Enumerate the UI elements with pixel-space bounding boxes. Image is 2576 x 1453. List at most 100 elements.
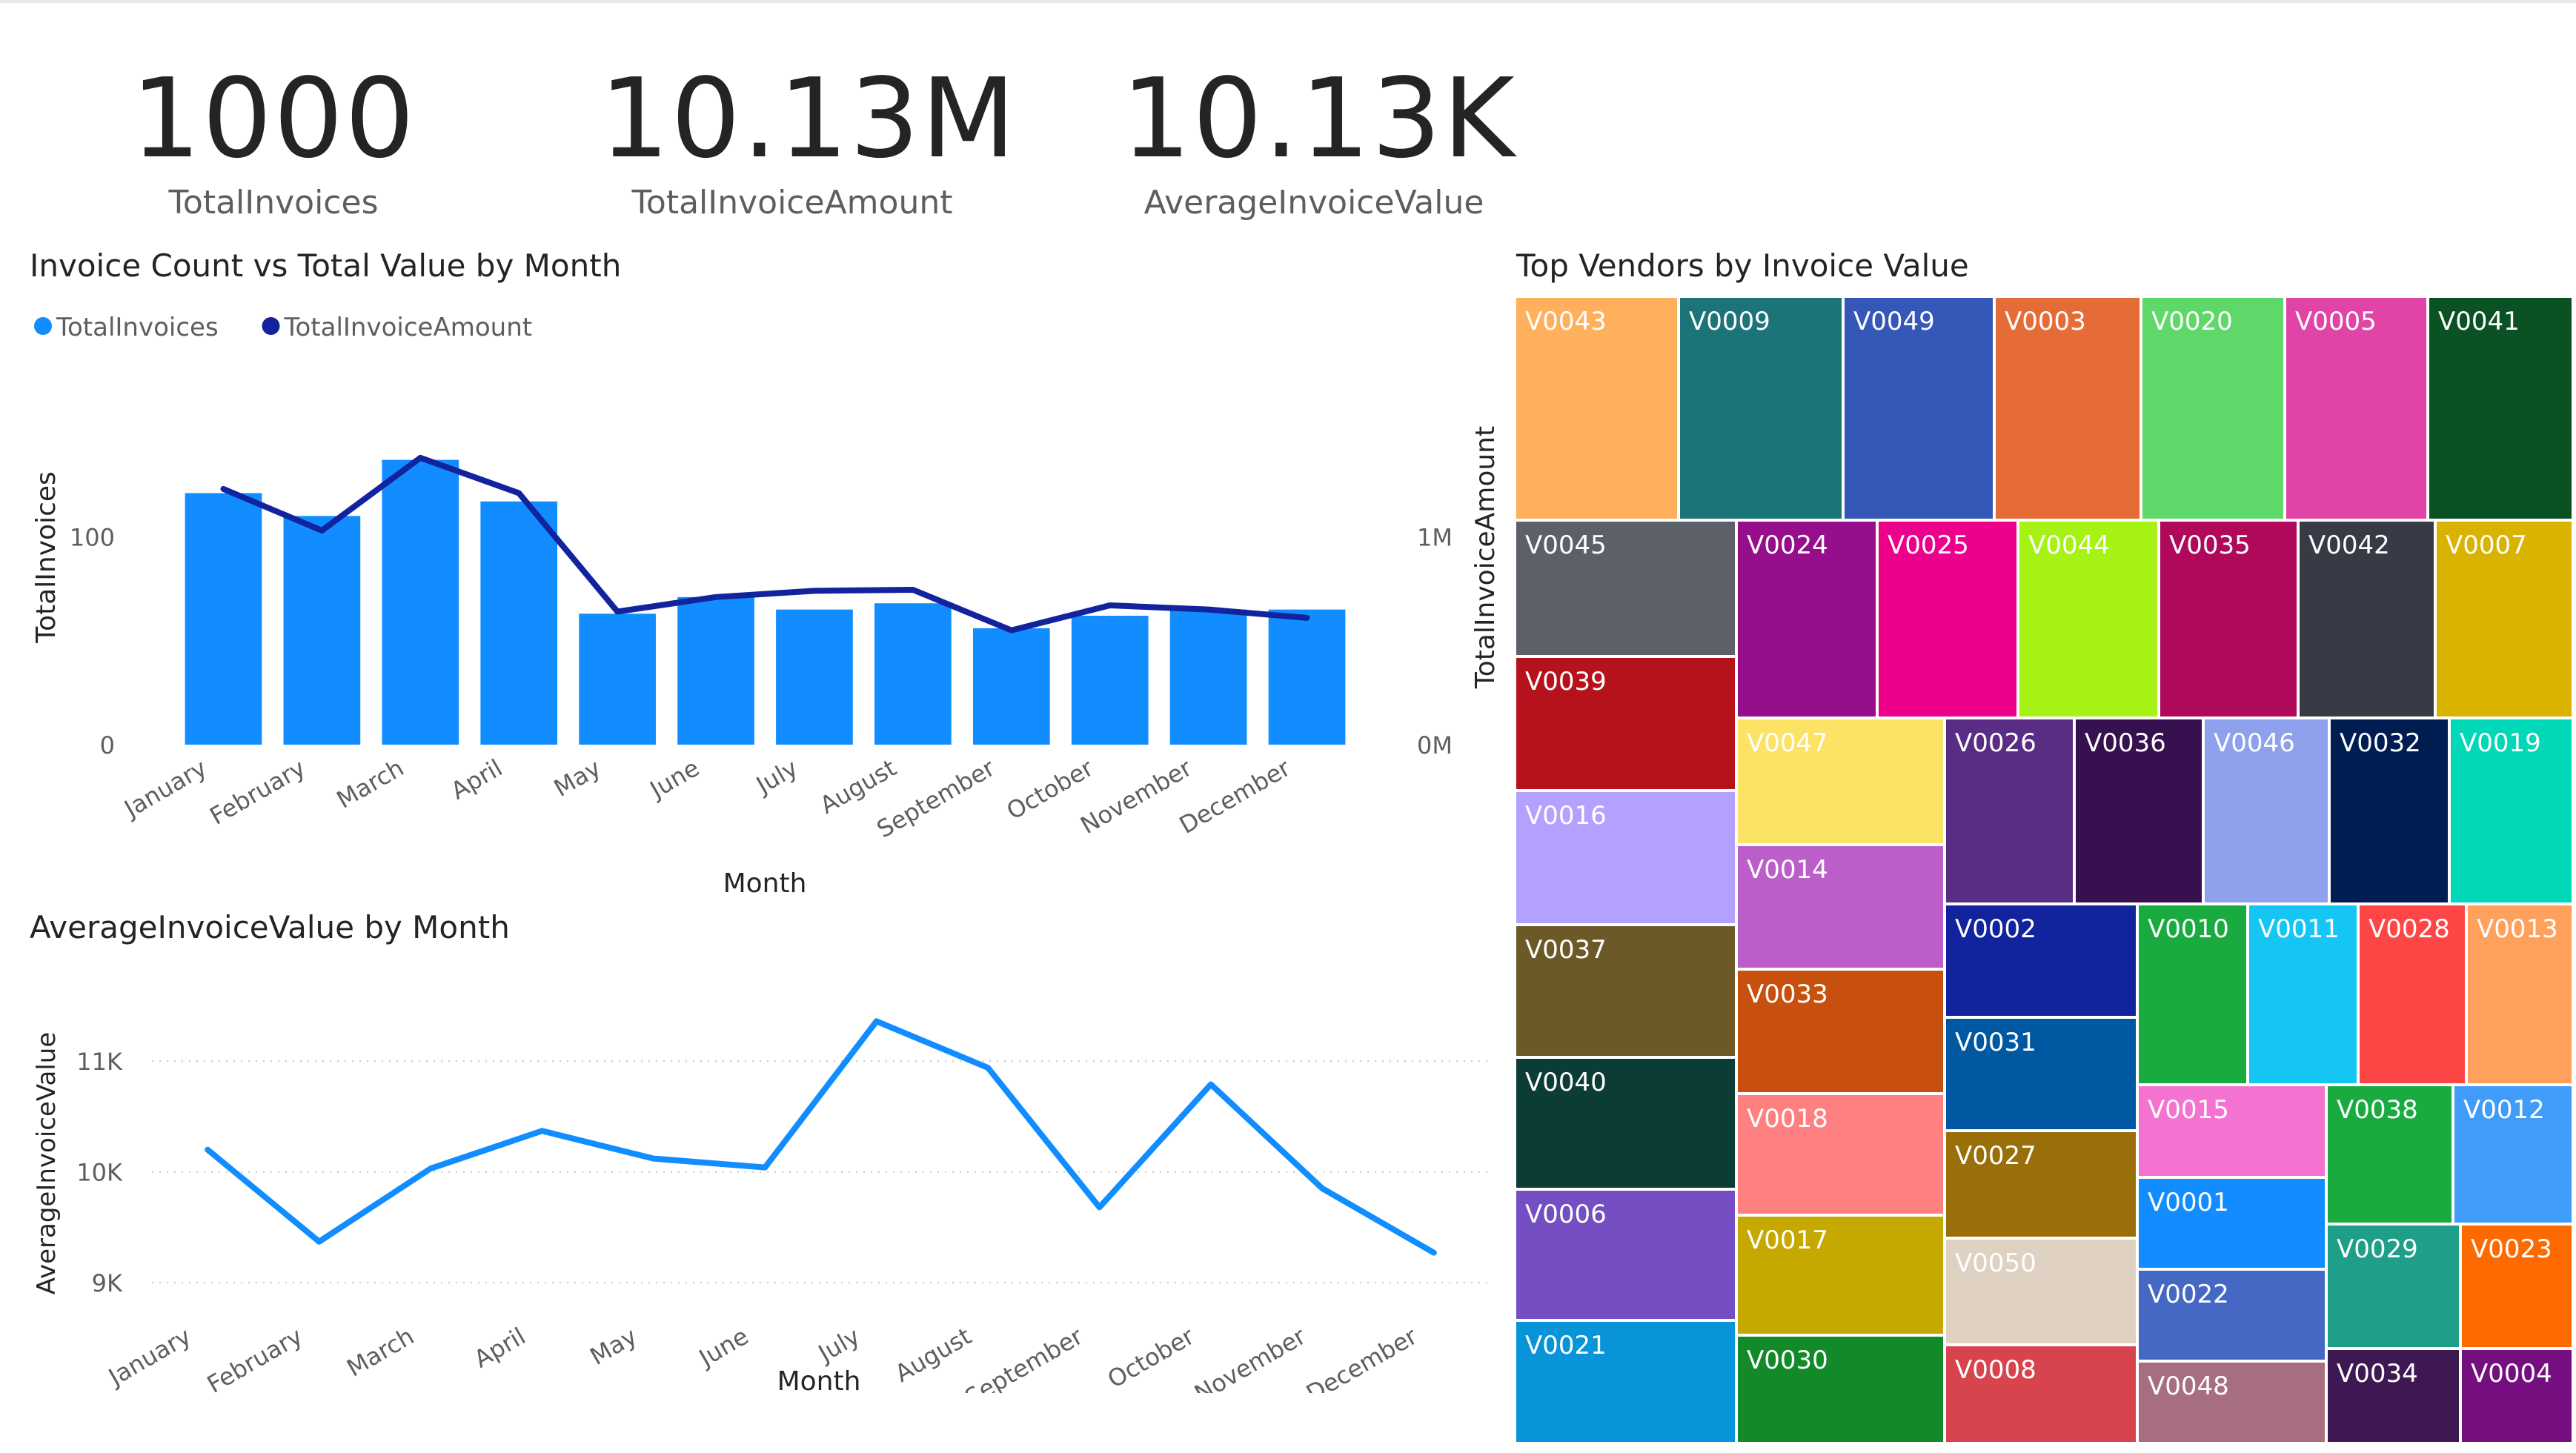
treemap-tile-v0032[interactable]: V0032 (2329, 718, 2449, 904)
treemap-tile-v0040[interactable]: V0040 (1515, 1057, 1736, 1189)
x-tick-label-0: January (119, 754, 212, 824)
treemap-tile-label: V0012 (2463, 1095, 2545, 1125)
treemap-tile-v0049[interactable]: V0049 (1843, 296, 1994, 520)
treemap-tile-v0027[interactable]: V0027 (1945, 1131, 2137, 1238)
kpi-value: 1000 (130, 55, 416, 182)
kpi-card-total-invoices[interactable]: 1000 TotalInvoices (81, 63, 466, 222)
kpi-card-total-invoice-amount[interactable]: 10.13M TotalInvoiceAmount (600, 55, 1018, 222)
kpi-card-average-invoice-value[interactable]: 10.13K AverageInvoiceValue (1121, 63, 1515, 222)
treemap-tile-label: V0039 (1525, 667, 1607, 696)
treemap-tile-v0047[interactable]: V0047 (1736, 718, 1945, 845)
treemap-tile-v0036[interactable]: V0036 (2074, 718, 2203, 904)
treemap-tile-v0038[interactable]: V0038 (2326, 1085, 2453, 1224)
treemap-tile-v0007[interactable]: V0007 (2435, 520, 2573, 718)
bar-february (283, 516, 361, 745)
treemap-tile-v0026[interactable]: V0026 (1945, 718, 2074, 904)
treemap-tile-v0035[interactable]: V0035 (2159, 520, 2298, 718)
treemap-tile-label: V0016 (1525, 801, 1607, 831)
treemap-tile-v0005[interactable]: V0005 (2285, 296, 2428, 520)
treemap-tile-v0025[interactable]: V0025 (1877, 520, 2018, 718)
treemap-tile-v0033[interactable]: V0033 (1736, 969, 1945, 1094)
treemap-tile-label: V0001 (2148, 1188, 2229, 1217)
treemap-tile-v0041[interactable]: V0041 (2428, 296, 2573, 520)
combo-chart[interactable]: TotalInvoices TotalInvoiceAmount 0 100 0M 1M J… (0, 296, 1512, 919)
y-axis-title: AverageInvoiceValue (32, 1032, 62, 1295)
x-tick-label-6: July (750, 754, 803, 800)
bar-may (579, 614, 656, 745)
treemap-tile-label: V0040 (1525, 1068, 1607, 1097)
treemap-tile-v0019[interactable]: V0019 (2449, 718, 2573, 904)
treemap-tile-label: V0042 (2308, 531, 2390, 560)
x-tick-label-10: November (1075, 754, 1197, 840)
y2-tick-label-1: 1M (1417, 523, 1453, 551)
treemap-tile-v0015[interactable]: V0015 (2137, 1085, 2326, 1177)
treemap-tile-label: V0027 (1955, 1141, 2036, 1171)
top-divider (0, 0, 2576, 3)
treemap-tile-v0008[interactable]: V0008 (1945, 1345, 2137, 1443)
treemap-tile-label: V0007 (2446, 531, 2527, 560)
treemap-tile-label: V0018 (1747, 1104, 1828, 1134)
x-tick-label-3: April (469, 1322, 530, 1373)
vendor-treemap[interactable]: V0043 V0009 V0049 V0003 V0020 V0005 V0041 V0045… (1515, 296, 2573, 1443)
treemap-tile-v0048[interactable]: V0048 (2137, 1361, 2326, 1443)
treemap-tile-label: V0049 (1853, 307, 1935, 336)
treemap-tile-v0014[interactable]: V0014 (1736, 845, 1945, 969)
x-tick-label-8: September (960, 1322, 1088, 1393)
treemap-tile-v0043[interactable]: V0043 (1515, 296, 1679, 520)
y-tick-label-2: 11K (76, 1048, 123, 1076)
treemap-tile-v0024[interactable]: V0024 (1736, 520, 1877, 718)
bar-july (776, 609, 853, 745)
treemap-tile-label: V0046 (2214, 728, 2295, 758)
x-tick-label-11: December (1301, 1322, 1422, 1393)
treemap-tile-label: V0019 (2460, 728, 2541, 758)
treemap-tile-label: V0025 (1888, 531, 1969, 560)
treemap-tile-v0028[interactable]: V0028 (2358, 904, 2466, 1085)
treemap-tile-v0011[interactable]: V0011 (2248, 904, 2358, 1085)
treemap-tile-v0034[interactable]: V0034 (2326, 1349, 2460, 1443)
treemap-tile-v0013[interactable]: V0013 (2466, 904, 2573, 1085)
treemap-tile-v0017[interactable]: V0017 (1736, 1215, 1945, 1335)
kpi-value: 10.13M (600, 55, 1018, 182)
treemap-tile-v0009[interactable]: V0009 (1679, 296, 1843, 520)
bar-january (185, 493, 262, 745)
treemap-tile-label: V0002 (1955, 914, 2036, 944)
x-tick-label-5: June (644, 754, 704, 805)
x-tick-label-5: June (693, 1322, 753, 1373)
treemap-tile-v0046[interactable]: V0046 (2203, 718, 2329, 904)
y-tick-label-1: 100 (70, 523, 115, 551)
treemap-tile-v0023[interactable]: V0023 (2460, 1224, 2573, 1349)
treemap-tile-v0016[interactable]: V0016 (1515, 791, 1736, 925)
treemap-tile-v0045[interactable]: V0045 (1515, 520, 1736, 656)
treemap-tile-label: V0048 (2148, 1371, 2229, 1401)
treemap-tile-v0044[interactable]: V0044 (2018, 520, 2159, 718)
treemap-tile-label: V0015 (2148, 1095, 2229, 1125)
treemap-tile-v0004[interactable]: V0004 (2460, 1349, 2573, 1443)
treemap-tile-v0039[interactable]: V0039 (1515, 656, 1736, 791)
treemap-tile-v0021[interactable]: V0021 (1515, 1320, 1736, 1443)
kpi-label: TotalInvoices (168, 184, 379, 222)
treemap-tile-label: V0005 (2295, 307, 2377, 336)
treemap-tile-v0037[interactable]: V0037 (1515, 925, 1736, 1057)
treemap-tile-v0001[interactable]: V0001 (2137, 1177, 2326, 1269)
average-line-chart[interactable]: 9K 10K 11K January February March April May June… (0, 963, 1512, 1393)
treemap-tile-label: V0036 (2085, 728, 2166, 758)
treemap-tile-v0022[interactable]: V0022 (2137, 1269, 2326, 1361)
treemap-tile-v0030[interactable]: V0030 (1736, 1335, 1945, 1443)
x-tick-label-2: March (342, 1322, 419, 1383)
treemap-tile-v0002[interactable]: V0002 (1945, 904, 2137, 1017)
treemap-tile-v0029[interactable]: V0029 (2326, 1224, 2460, 1349)
x-tick-label-1: February (205, 754, 311, 831)
treemap-tile-v0050[interactable]: V0050 (1945, 1238, 2137, 1345)
treemap-tile-v0010[interactable]: V0010 (2137, 904, 2248, 1085)
treemap-tile-v0042[interactable]: V0042 (2298, 520, 2435, 718)
treemap-tile-v0006[interactable]: V0006 (1515, 1189, 1736, 1320)
treemap-tile-v0018[interactable]: V0018 (1736, 1094, 1945, 1215)
x-axis-title: Month (723, 868, 807, 899)
treemap-tile-v0012[interactable]: V0012 (2453, 1085, 2573, 1224)
bar-september (972, 628, 1050, 745)
x-tick-label-11: December (1175, 754, 1295, 839)
treemap-tile-v0003[interactable]: V0003 (1994, 296, 2141, 520)
bar-april (480, 501, 558, 745)
treemap-tile-v0020[interactable]: V0020 (2141, 296, 2285, 520)
treemap-tile-v0031[interactable]: V0031 (1945, 1017, 2137, 1131)
